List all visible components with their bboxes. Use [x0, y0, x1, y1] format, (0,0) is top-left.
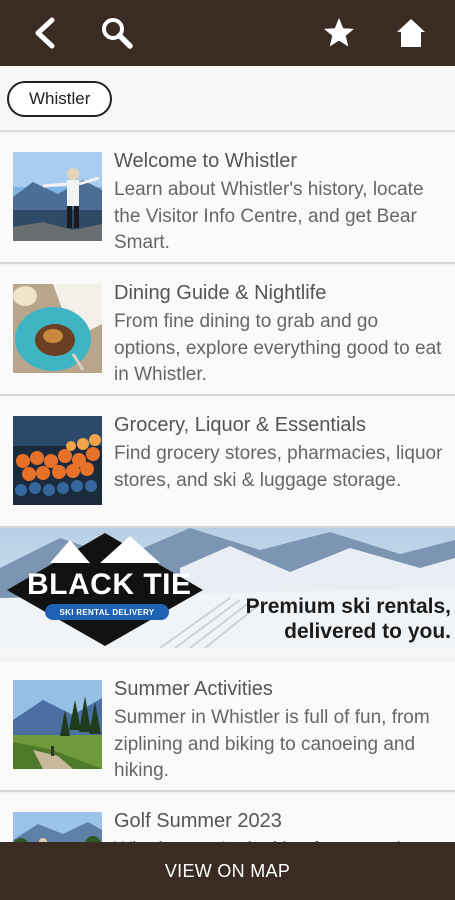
banner-tagline-1: Premium ski rentals, — [245, 595, 451, 618]
search-icon — [102, 18, 133, 49]
thumbnail-welcome — [13, 152, 102, 241]
black-tie-logo: BLACK TIE SKI RENTAL DELIVERY — [5, 528, 205, 648]
star-icon — [324, 18, 354, 47]
item-title: Summer Activities — [114, 678, 273, 700]
item-title: Welcome to Whistler — [114, 150, 298, 172]
list-item-grocery[interactable]: Grocery, Liquor & Essentials Find grocer… — [0, 398, 455, 528]
home-icon — [397, 19, 425, 47]
home-button[interactable] — [386, 0, 436, 66]
favorites-button[interactable] — [314, 0, 364, 66]
logo-title: BLACK TIE — [27, 568, 192, 601]
item-title: Dining Guide & Nightlife — [114, 282, 327, 304]
item-description: From fine dining to grab and go options,… — [114, 311, 442, 385]
item-title: Golf Summer 2023 — [114, 810, 282, 832]
list-item-welcome[interactable]: Welcome to Whistler Learn about Whistler… — [0, 134, 455, 264]
item-title: Grocery, Liquor & Essentials — [114, 414, 366, 436]
search-button[interactable] — [92, 0, 142, 66]
thumbnail-grocery — [13, 416, 102, 505]
list-item-summer[interactable]: Summer Activities Summer in Whistler is … — [0, 662, 455, 792]
view-on-map-label: VIEW ON MAP — [164, 860, 291, 881]
logo-subtitle: SKI RENTAL DELIVERY — [45, 604, 169, 620]
item-description: Learn about Whistler's history, locate t… — [114, 179, 424, 253]
ad-banner-black-tie[interactable]: BLACK TIE SKI RENTAL DELIVERY Premium sk… — [0, 528, 455, 648]
top-app-bar — [0, 0, 455, 66]
item-description: Summer in Whistler is full of fun, from … — [114, 707, 430, 781]
view-on-map-button[interactable]: VIEW ON MAP — [0, 842, 455, 900]
filter-bar: Whistler — [0, 66, 455, 132]
back-arrow-icon — [35, 17, 55, 49]
thumbnail-dining — [13, 284, 102, 373]
banner-tagline-2: delivered to you. — [284, 620, 451, 643]
item-description: Find grocery stores, pharmacies, liquor … — [114, 443, 443, 491]
thumbnail-summer — [13, 680, 102, 769]
back-button[interactable] — [20, 0, 70, 66]
list-item-dining[interactable]: Dining Guide & Nightlife From fine dinin… — [0, 266, 455, 396]
filter-chip-whistler[interactable]: Whistler — [7, 81, 113, 117]
